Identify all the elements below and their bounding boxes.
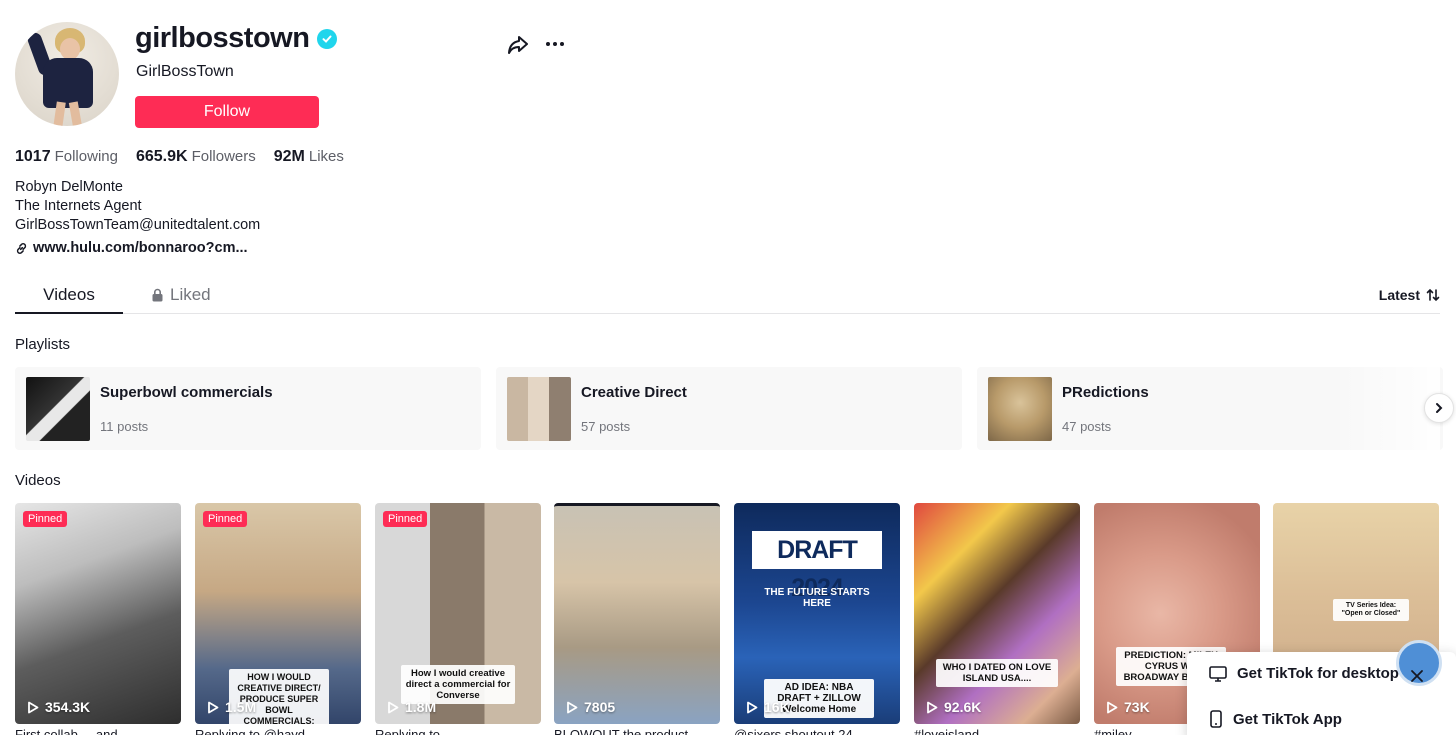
nickname: GirlBossTown — [136, 63, 234, 80]
videos-heading: Videos — [15, 472, 61, 489]
lock-icon — [152, 288, 163, 302]
bio: Robyn DelMonte The Internets Agent GirlB… — [15, 178, 260, 235]
video-card[interactable]: DRAFT 2024 THE FUTURE STARTS HERE AD IDE… — [734, 503, 900, 724]
bio-line: Robyn DelMonte — [15, 179, 123, 195]
video-banner-subtext: THE FUTURE STARTS HERE — [764, 587, 870, 609]
view-count: 354.3K — [27, 699, 90, 715]
play-icon — [927, 701, 938, 713]
follow-button[interactable]: Follow — [135, 96, 319, 128]
play-icon — [1107, 701, 1118, 713]
profile-stats: 1017 Following 665.9K Followers 92M Likes — [15, 148, 344, 166]
play-icon — [208, 701, 219, 713]
username: girlbosstown — [135, 22, 338, 55]
video-caption[interactable]: BLOWOUT the product ... — [554, 727, 720, 735]
stat-followers[interactable]: 665.9K Followers — [136, 148, 256, 166]
play-icon — [747, 701, 758, 713]
stat-following[interactable]: 1017 Following — [15, 148, 118, 166]
video-caption[interactable]: Replying to ... — [375, 727, 541, 735]
video-card[interactable]: Pinned HOW I WOULD CREATIVE DIRECT/ PROD… — [195, 503, 361, 724]
view-count: 1.8M — [387, 699, 436, 715]
view-count: 16K — [746, 699, 790, 715]
more-options-icon[interactable] — [543, 32, 567, 56]
play-icon — [28, 701, 39, 713]
video-banner-text: DRAFT 2024 — [752, 531, 882, 602]
playlist-count: 47 posts — [1062, 419, 1112, 434]
play-icon — [567, 701, 578, 713]
video-card[interactable]: Pinned How I would creative direct a com… — [375, 503, 541, 724]
desktop-icon — [1209, 665, 1227, 682]
avatar[interactable] — [15, 22, 119, 126]
tab-videos[interactable]: Videos — [15, 285, 123, 314]
video-card[interactable]: Pinned 354.3K — [15, 503, 181, 724]
play-icon — [388, 701, 399, 713]
bio-link[interactable]: www.hulu.com/bonnaroo?cm... — [15, 240, 248, 256]
view-count: 92.6K — [926, 699, 981, 715]
playlist-thumbnail — [507, 377, 571, 441]
playlist-name: PRedictions — [1062, 384, 1149, 401]
sort-latest-button[interactable]: Latest — [1379, 287, 1440, 303]
playlist-count: 11 posts — [100, 419, 149, 434]
playlist-thumbnail — [988, 377, 1052, 441]
playlist-name: Creative Direct — [581, 384, 687, 401]
video-overlay-text: WHO I DATED ON LOVE ISLAND USA.... — [936, 659, 1058, 687]
playlist-card-superbowl[interactable]: Superbowl commercials 11 posts — [15, 367, 481, 450]
playlist-thumbnail — [26, 377, 90, 441]
close-icon[interactable] — [1406, 665, 1428, 687]
chevron-right-icon — [1436, 403, 1443, 413]
view-count: 1.5M — [207, 699, 256, 715]
video-card[interactable]: WHO I DATED ON LOVE ISLAND USA.... 92.6K — [914, 503, 1080, 724]
profile-tabs: Videos Liked Latest — [15, 275, 1440, 314]
video-caption[interactable]: First collab ... and — [15, 727, 181, 735]
playlist-count: 57 posts — [581, 419, 631, 434]
view-count: 7805 — [566, 699, 615, 715]
bio-line: The Internets Agent — [15, 198, 142, 214]
view-count: 73K — [1106, 699, 1150, 715]
video-caption[interactable]: @sixers shoutout 24 ... — [734, 727, 900, 735]
tab-liked[interactable]: Liked — [151, 285, 211, 305]
get-desktop-button[interactable]: Get TikTok for desktop — [1209, 665, 1399, 682]
video-caption[interactable]: #loveisland ... — [914, 727, 1080, 735]
bio-line: GirlBossTownTeam@unitedtalent.com — [15, 217, 261, 233]
pinned-badge: Pinned — [23, 511, 68, 527]
video-card[interactable]: 7805 — [554, 503, 720, 724]
video-overlay-text: HOW I WOULD CREATIVE DIRECT/ PRODUCE SUP… — [229, 669, 329, 724]
playlist-name: Superbowl commercials — [100, 384, 273, 401]
get-app-button[interactable]: Get TikTok App — [1209, 710, 1342, 728]
stat-likes: 92M Likes — [273, 148, 344, 165]
sort-arrows-icon — [1426, 288, 1440, 302]
playlist-next-button[interactable] — [1424, 393, 1454, 423]
playlists-heading: Playlists — [15, 336, 71, 353]
link-icon — [16, 242, 27, 254]
phone-icon — [1210, 710, 1222, 728]
share-icon[interactable] — [506, 32, 530, 56]
username-text: girlbosstown — [135, 22, 310, 54]
video-caption[interactable]: Replying to @hayd... — [195, 727, 361, 735]
video-overlay-text: TV Series Idea: "Open or Closed" — [1333, 599, 1409, 621]
verified-badge-icon — [317, 28, 338, 49]
playlist-card-creative-direct[interactable]: Creative Direct 57 posts — [496, 367, 962, 450]
pinned-badge: Pinned — [383, 511, 428, 527]
pinned-badge: Pinned — [203, 511, 248, 527]
